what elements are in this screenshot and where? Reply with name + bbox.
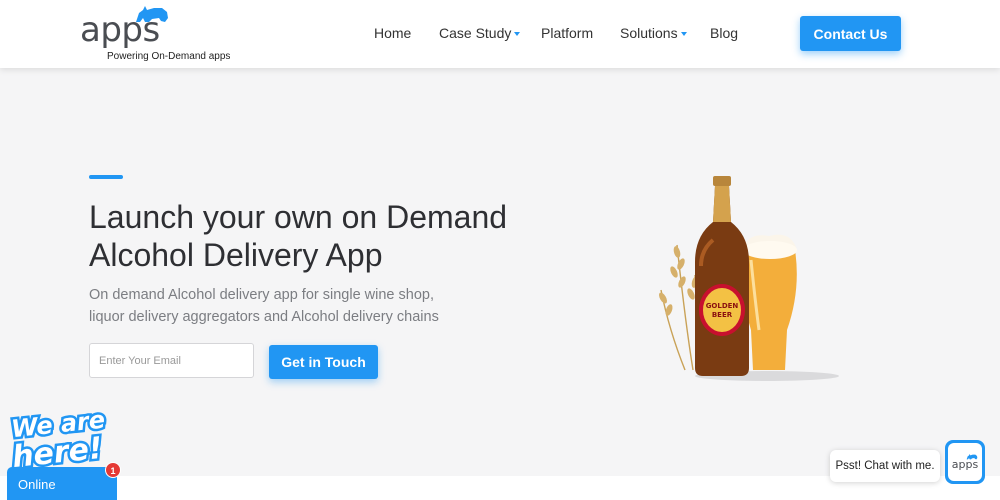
brand-logo[interactable]: apps Powering On-Demand apps [80,4,240,66]
chat-launcher-logo: apps [951,457,979,471]
chat-launcher-inner: apps [948,443,982,481]
chat-status-label: Online [18,477,56,492]
chat-launcher-button[interactable]: apps [945,440,985,484]
hero-subtitle-line1: On demand Alcohol delivery app for singl… [89,287,434,303]
site-header: apps Powering On-Demand apps Home Case S… [0,0,1000,68]
nav-case-study-label: Case Study [439,25,512,41]
nav-home[interactable]: Home [374,25,411,41]
nav-solutions-label: Solutions [620,25,678,41]
contact-us-button[interactable]: Contact Us [800,16,901,51]
nav-case-study[interactable]: Case Study [439,25,521,41]
unread-count-badge: 1 [105,462,121,478]
caret-down-icon [680,32,687,36]
rhino-icon [136,6,168,22]
logo-tagline: Powering On-Demand apps [107,51,231,62]
nav-home-label: Home [374,25,412,41]
nav-blog-label: Blog [710,25,739,41]
chat-prompt-bubble[interactable]: Psst! Chat with me. [830,450,940,482]
hero-title-line2: Alcohol Delivery App [89,237,383,273]
chat-online-bar[interactable]: Online [7,467,117,500]
hero-title: Launch your own on Demand Alcohol Delive… [89,198,559,274]
email-input[interactable] [89,343,254,378]
nav-platform-label: Platform [541,25,594,41]
we-are-here-badge-icon[interactable]: We are here! [6,402,118,468]
hero-subtitle: On demand Alcohol delivery app for singl… [89,284,509,328]
get-in-touch-button[interactable]: Get in Touch [269,345,378,379]
nav-blog[interactable]: Blog [710,25,738,41]
hero-title-line1: Launch your own on Demand [89,199,508,235]
bottle-label-line2: BEER [712,311,733,319]
bottle-label-line1: GOLDEN [706,302,739,310]
nav-platform[interactable]: Platform [541,25,593,41]
nav-solutions[interactable]: Solutions [620,25,687,41]
hero-subtitle-line2: liquor delivery aggregators and Alcohol … [89,309,439,325]
beer-bottle-and-glass-icon: GOLDEN BEER [659,176,839,381]
hero-accent-line [89,175,123,179]
caret-down-icon [514,32,521,36]
